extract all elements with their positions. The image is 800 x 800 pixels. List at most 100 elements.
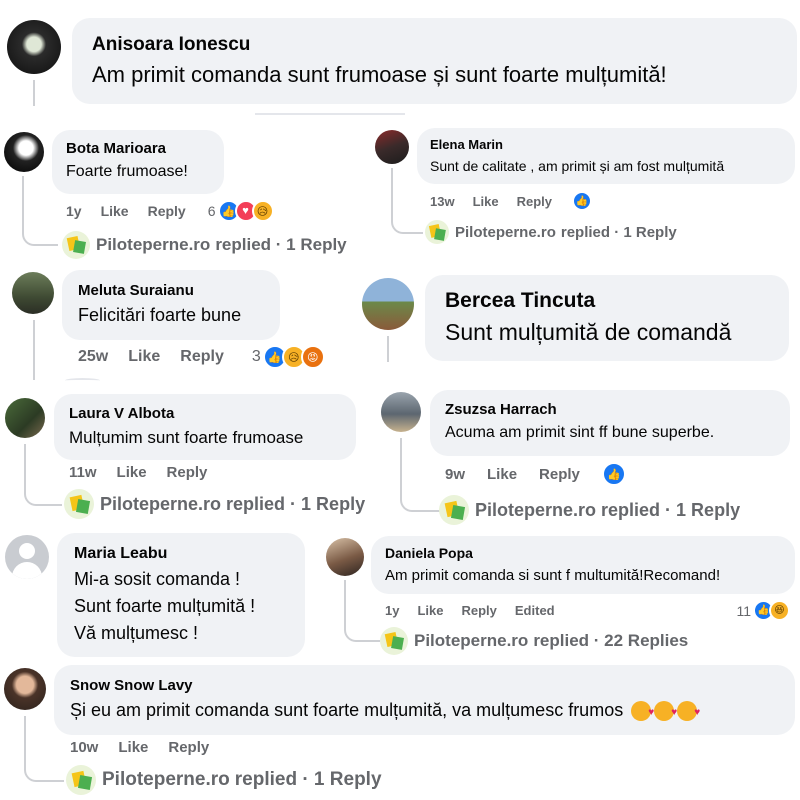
reply-summary[interactable]: replied · 1 Reply	[601, 500, 740, 521]
reactions[interactable]: 👍 ♥ 😥	[217, 200, 274, 222]
reply-button[interactable]: Reply	[148, 203, 186, 219]
replies-link[interactable]: Piloteperne.ro replied · 1 Reply	[439, 495, 740, 525]
reply-summary[interactable]: replied · 1 Reply	[226, 494, 365, 515]
comment-actions: 25w Like Reply 3 👍 😥 😡	[78, 345, 325, 369]
avatar[interactable]	[375, 130, 409, 164]
like-button[interactable]: Like	[487, 466, 517, 483]
thread-line	[24, 444, 62, 506]
avatar[interactable]	[4, 132, 44, 172]
comment-author[interactable]: Bota Marioara	[66, 140, 210, 157]
reply-summary[interactable]: replied · 1 Reply	[561, 224, 677, 241]
replies-link[interactable]: Piloteperne.ro replied · 1 Reply	[62, 231, 347, 259]
reaction-count[interactable]: 6	[208, 203, 216, 219]
like-button[interactable]: Like	[117, 464, 147, 481]
like-button[interactable]: Like	[101, 203, 129, 219]
timestamp[interactable]: 25w	[78, 348, 108, 366]
like-icon: 👍	[601, 462, 626, 486]
timestamp[interactable]: 9w	[445, 466, 465, 483]
timestamp[interactable]: 13w	[430, 194, 455, 209]
reactions[interactable]: 👍	[601, 462, 626, 486]
comment-bubble: Laura V Albota Mulțumim sunt foarte frum…	[54, 394, 356, 460]
like-button[interactable]: Like	[128, 348, 160, 366]
avatar[interactable]	[362, 278, 414, 330]
thread-line	[391, 168, 423, 234]
thread-line	[22, 176, 58, 246]
comment-author[interactable]: Bercea Tincuta	[445, 289, 769, 313]
comment-bubble: Bercea Tincuta Sunt mulțumită de comandă	[425, 275, 789, 361]
avatar[interactable]	[12, 272, 54, 314]
replies-link[interactable]: Piloteperne.ro replied · 1 Reply	[66, 765, 382, 795]
reply-author[interactable]: Piloteperne.ro	[96, 235, 210, 255]
replies-link[interactable]: Piloteperne.ro replied · 1 Reply	[64, 489, 365, 519]
comment-author[interactable]: Snow Snow Lavy	[70, 677, 779, 694]
comment-author[interactable]: Elena Marin	[430, 137, 782, 152]
reply-author[interactable]: Piloteperne.ro	[455, 224, 556, 241]
like-icon: 👍	[572, 191, 592, 211]
comment-text: Și eu am primit comanda sunt foarte mulț…	[70, 700, 779, 721]
comment-text: Am primit comanda si sunt f multumită!Re…	[385, 567, 721, 584]
reply-summary[interactable]: replied · 1 Reply	[235, 769, 382, 791]
reply-summary[interactable]: replied · 22 Replies	[533, 631, 688, 651]
comment-actions: 9w Like Reply 👍	[445, 462, 626, 486]
comment-author[interactable]: Zsuzsa Harrach	[445, 401, 775, 418]
like-button[interactable]: Like	[417, 603, 443, 618]
default-user-body	[12, 562, 42, 579]
timestamp[interactable]: 1y	[385, 603, 399, 618]
like-button[interactable]: Like	[118, 739, 148, 756]
comment-author[interactable]: Meluta Suraianu	[78, 282, 264, 299]
comment-author[interactable]: Anisoara Ionescu	[92, 34, 777, 56]
avatar[interactable]	[5, 535, 49, 579]
reactions[interactable]: 👍 😥 😡	[262, 345, 325, 369]
reply-button[interactable]: Reply	[461, 603, 496, 618]
comment-bubble: Maria Leabu Mi-a sosit comanda ! Sunt fo…	[57, 533, 305, 657]
comment-actions: 1y Like Reply Edited 11 👍 😆	[385, 600, 790, 621]
replies-link[interactable]: Piloteperne.ro replied · 1 Reply	[425, 220, 677, 244]
avatar[interactable]	[7, 20, 61, 74]
avatar[interactable]	[4, 668, 46, 710]
reaction-count[interactable]: 11	[736, 603, 751, 619]
haha-icon: 😆	[769, 600, 790, 621]
reaction-count[interactable]: 3	[252, 348, 261, 366]
comment-text: Sunt mulțumită de comandă	[445, 319, 732, 345]
divider	[65, 378, 100, 383]
reply-button[interactable]: Reply	[168, 739, 209, 756]
timestamp[interactable]: 10w	[70, 739, 98, 756]
avatar[interactable]	[326, 538, 364, 576]
comment-actions: 1y Like Reply 6 👍 ♥ 😥	[66, 200, 274, 222]
smiling-face-with-hearts-icon	[677, 700, 700, 721]
reply-button[interactable]: Reply	[180, 348, 224, 366]
comment-bubble: Zsuzsa Harrach Acuma am primit sint ff b…	[430, 390, 790, 456]
smiling-face-with-hearts-icon	[631, 700, 654, 721]
replies-link[interactable]: Piloteperne.ro replied · 22 Replies	[380, 627, 688, 655]
reply-button[interactable]: Reply	[167, 464, 208, 481]
avatar[interactable]	[381, 392, 421, 432]
comment-text-line: Sunt foarte mulțumită !	[74, 596, 256, 616]
reactions[interactable]: 👍 😆	[753, 600, 790, 621]
reply-author[interactable]: Piloteperne.ro	[102, 769, 230, 791]
reply-summary[interactable]: replied · 1 Reply	[215, 235, 346, 255]
timestamp[interactable]: 11w	[69, 464, 97, 481]
comment-author[interactable]: Daniela Popa	[385, 545, 781, 561]
edited-label: Edited	[514, 603, 555, 618]
timestamp[interactable]: 1y	[66, 203, 82, 219]
reactions[interactable]: 👍	[572, 191, 592, 211]
reply-button[interactable]: Reply	[517, 194, 552, 209]
page-avatar	[439, 495, 469, 525]
reply-author[interactable]: Piloteperne.ro	[475, 500, 596, 521]
page-avatar	[62, 231, 90, 259]
comment-bubble: Snow Snow Lavy Și eu am primit comanda s…	[54, 665, 795, 735]
sad-icon: 😥	[251, 200, 274, 222]
comment-text-line: Mi-a sosit comanda !	[74, 569, 241, 589]
comment-actions: 11w Like Reply	[69, 464, 207, 481]
comment-author[interactable]: Laura V Albota	[69, 405, 341, 422]
comment-bubble: Anisoara Ionescu Am primit comanda sunt …	[72, 18, 797, 104]
comment-actions: 13w Like Reply 👍	[430, 191, 592, 211]
reply-author[interactable]: Piloteperne.ro	[100, 494, 221, 515]
page-avatar	[64, 489, 94, 519]
like-button[interactable]: Like	[473, 194, 499, 209]
reply-button[interactable]: Reply	[539, 466, 580, 483]
comment-text: Am primit comanda sunt frumoase și sunt …	[92, 62, 667, 87]
comment-author[interactable]: Maria Leabu	[74, 545, 288, 563]
avatar[interactable]	[5, 398, 45, 438]
reply-author[interactable]: Piloteperne.ro	[414, 631, 528, 651]
